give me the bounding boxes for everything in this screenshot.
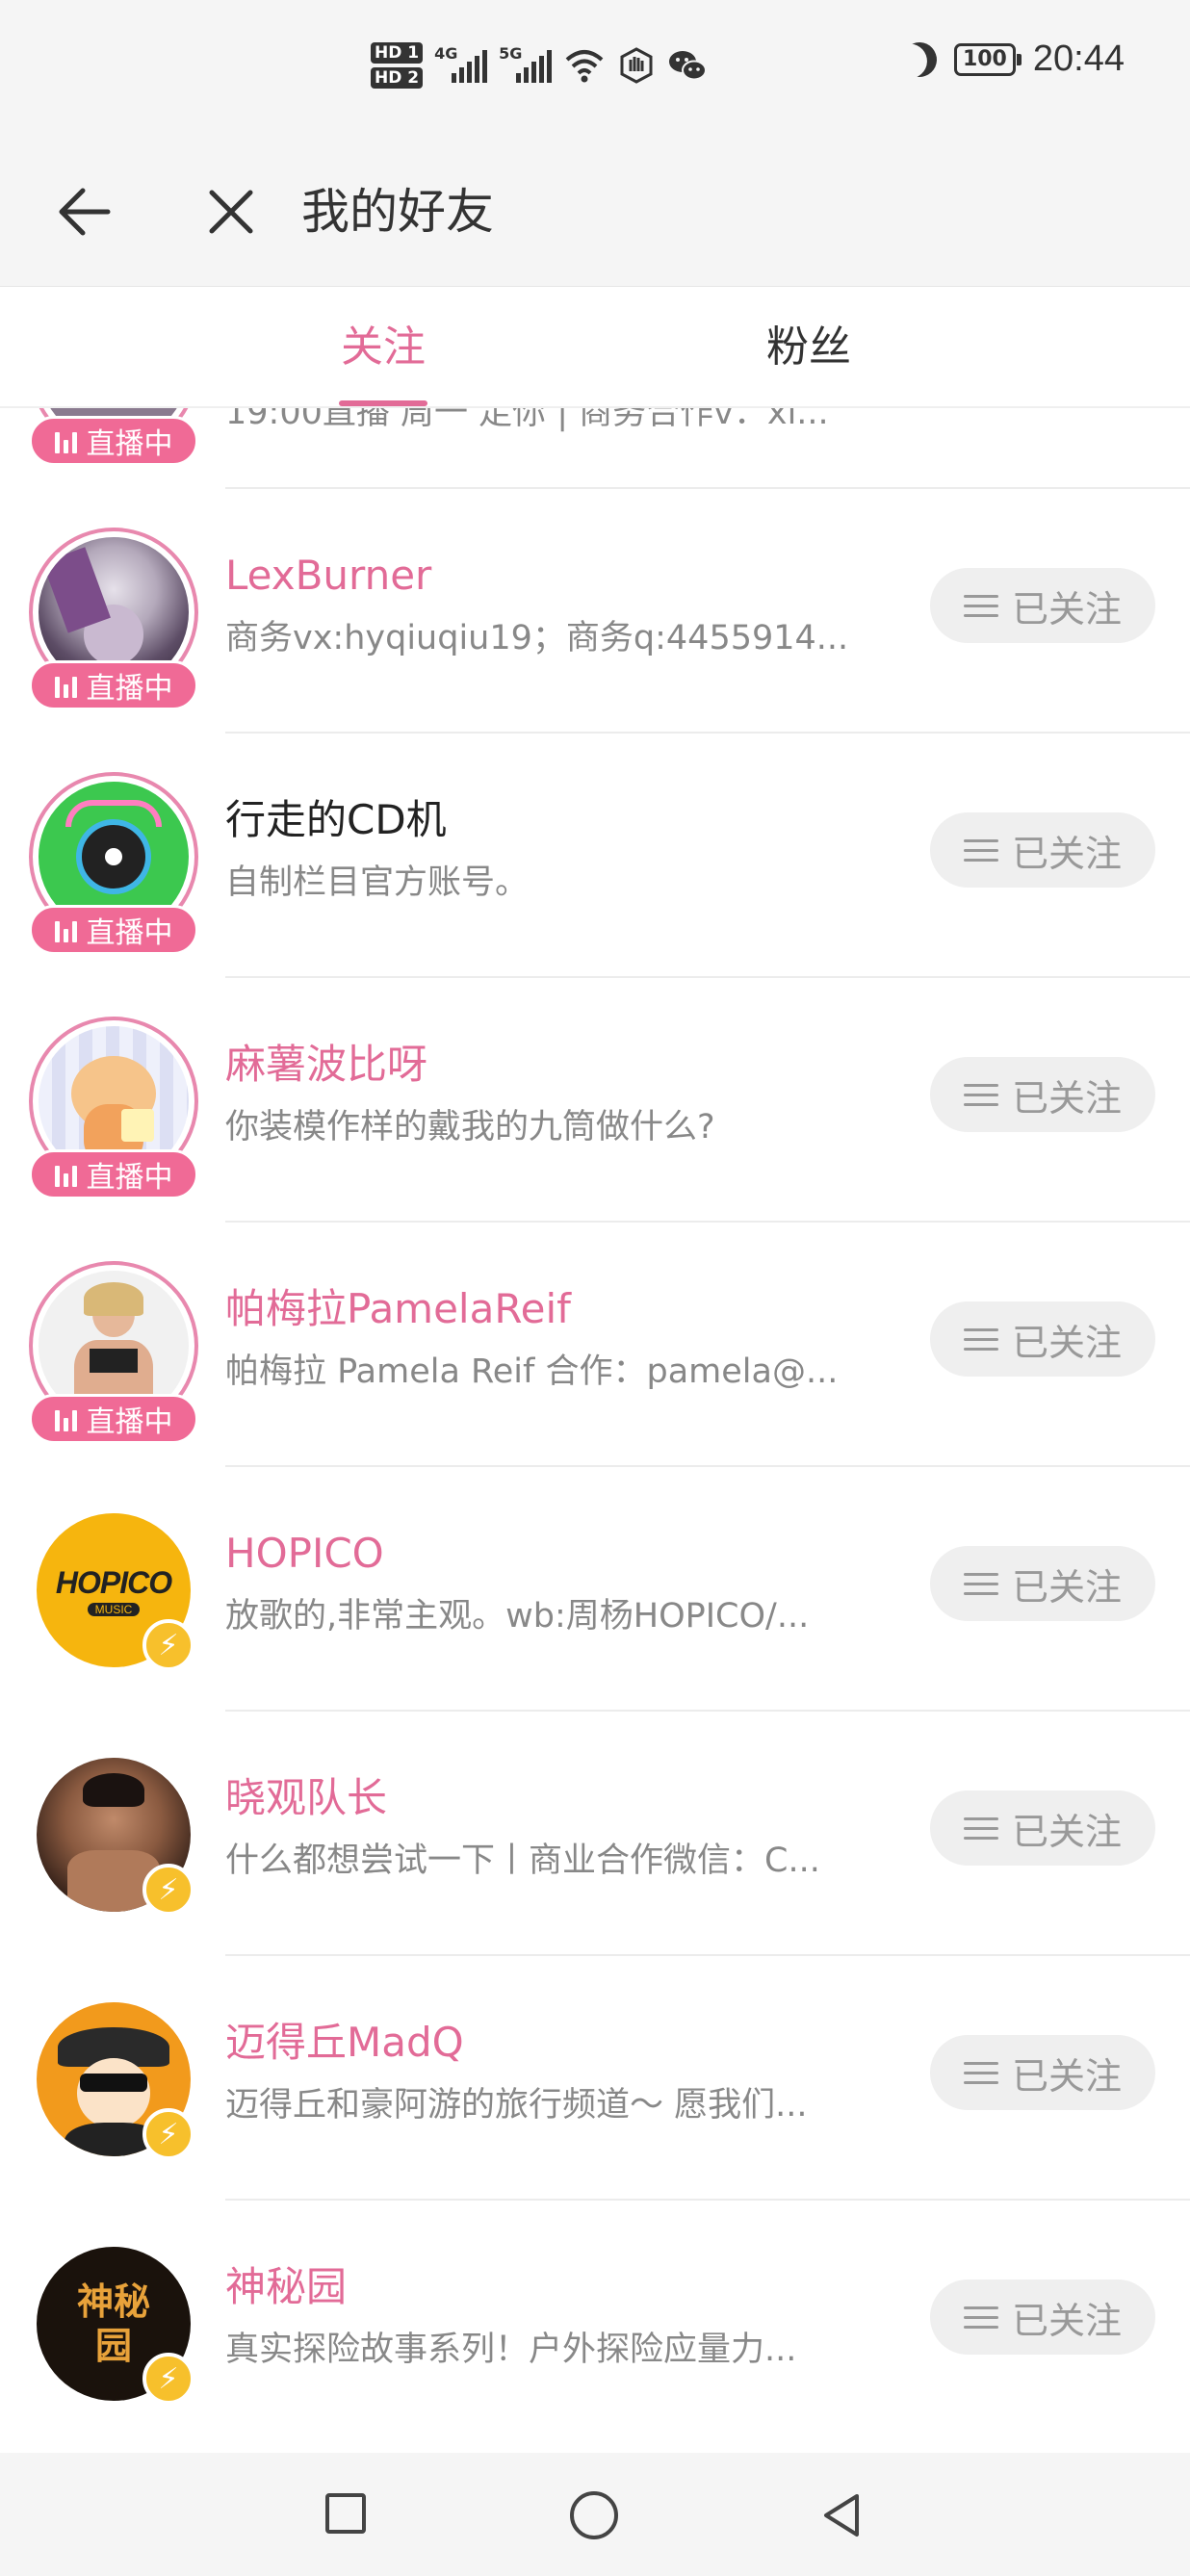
back-button[interactable]	[48, 173, 125, 250]
avatar-text: 神秘园	[76, 2280, 150, 2367]
friend-desc: 商务vx:hyqiuqiu19；商务q:4455914...	[225, 619, 849, 657]
hd2-badge: HD 2	[371, 67, 424, 89]
live-badge: 直播中	[29, 1149, 198, 1199]
recents-button[interactable]	[325, 2493, 366, 2534]
followed-button[interactable]: 已关注	[930, 812, 1155, 888]
avatar[interactable]: HOPICO MUSIC ⚡	[29, 1506, 198, 1675]
avatar[interactable]: 直播中	[29, 1261, 198, 1444]
hd1-badge: HD 1	[371, 42, 424, 64]
avatar[interactable]: 直播中	[29, 772, 198, 955]
tab-bar: 关注 粉丝	[0, 287, 1190, 408]
friend-name[interactable]: 晓观队长	[225, 1771, 387, 1825]
followed-button[interactable]: 已关注	[930, 1301, 1155, 1377]
live-bars-icon	[54, 428, 77, 453]
list-item[interactable]: 神秘园 ⚡ 神秘园 真实探险故事系列！户外探险应量力... 已关注	[0, 2201, 1190, 2445]
friend-name[interactable]: 帕梅拉PamelaReif	[225, 1282, 571, 1336]
friend-name[interactable]: 麻薯波比呀	[225, 1038, 427, 1092]
live-bars-icon	[54, 1162, 77, 1187]
avatar[interactable]: 直播中	[29, 528, 198, 710]
friend-desc: 什么都想尝试一下丨商业合作微信：C...	[225, 1842, 820, 1880]
friend-desc: 自制栏目官方账号。	[225, 863, 530, 902]
list-item[interactable]: HOPICO MUSIC ⚡ HOPICO 放歌的,非常主观。wb:周杨HOPI…	[0, 1467, 1190, 1712]
avatar[interactable]: ⚡	[29, 1750, 198, 1919]
live-badge: 直播中	[29, 1394, 198, 1444]
active-tab-indicator	[339, 400, 427, 406]
menu-icon	[963, 838, 998, 862]
signal-5g-icon: 5G	[499, 44, 553, 83]
followed-button[interactable]: 已关注	[930, 2035, 1155, 2110]
back-triangle-button[interactable]	[818, 2491, 867, 2539]
friend-desc: 帕梅拉 Pamela Reif 合作：pamela@...	[225, 1352, 839, 1391]
friend-desc: 放歌的,非常主观。wb:周杨HOPICO/...	[225, 1597, 810, 1636]
lightning-icon: ⚡	[142, 2108, 194, 2160]
close-button[interactable]	[193, 173, 270, 250]
friend-desc: 19:00直播 周一 走你 | 商务合作v：xi...	[225, 408, 829, 432]
followed-button[interactable]: 已关注	[930, 1546, 1155, 1621]
friend-desc: 迈得丘和豪阿游的旅行频道～ 愿我们...	[225, 2086, 808, 2125]
hd-indicator: HD 1 HD 2	[371, 42, 424, 89]
friend-list[interactable]: 直播中 19:00直播 周一 走你 | 商务合作v：xi... 直播中 LexB…	[0, 408, 1190, 2453]
friend-name[interactable]: 神秘园	[225, 2260, 347, 2314]
friend-name[interactable]: HOPICO	[225, 1527, 384, 1581]
followed-button[interactable]: 已关注	[930, 568, 1155, 643]
moon-icon	[897, 37, 942, 81]
list-item[interactable]: ⚡ 迈得丘MadQ 迈得丘和豪阿游的旅行频道～ 愿我们... 已关注	[0, 1956, 1190, 2201]
avatar[interactable]: 神秘园 ⚡	[29, 2239, 198, 2409]
menu-icon	[963, 2061, 998, 2084]
friend-name[interactable]: 行走的CD机	[225, 793, 447, 847]
menu-icon	[963, 1572, 998, 1595]
clock: 20:44	[1032, 39, 1125, 79]
battery-icon: 100	[953, 42, 1022, 76]
menu-icon	[963, 1816, 998, 1840]
list-item-partial[interactable]: 直播中 19:00直播 周一 走你 | 商务合作v：xi...	[0, 408, 1190, 489]
lightning-icon: ⚡	[142, 2353, 194, 2405]
list-item[interactable]: 直播中 LexBurner 商务vx:hyqiuqiu19；商务q:445591…	[0, 489, 1190, 734]
status-right: 100 20:44	[902, 39, 1125, 80]
avatar: 直播中	[29, 408, 198, 466]
triangle-back-icon	[824, 2494, 859, 2537]
followed-button[interactable]: 已关注	[930, 1790, 1155, 1866]
followed-button[interactable]: 已关注	[930, 1057, 1155, 1132]
page-title: 我的好友	[301, 184, 494, 240]
system-nav-bar	[0, 2453, 1190, 2576]
followed-button[interactable]: 已关注	[930, 2280, 1155, 2355]
tab-fans[interactable]: 粉丝	[734, 287, 884, 408]
menu-icon	[963, 594, 998, 617]
menu-icon	[963, 2306, 998, 2329]
avatar[interactable]: 直播中	[29, 1017, 198, 1199]
live-bars-icon	[54, 917, 77, 942]
live-badge: 直播中	[29, 660, 198, 710]
status-icons: HD 1 HD 2 4G 5G	[371, 35, 708, 96]
header: 我的好友	[0, 135, 1190, 287]
friend-desc: 你装模作样的戴我的九筒做什么?	[225, 1108, 715, 1146]
live-bars-icon	[54, 673, 77, 698]
battery-level: 100	[962, 47, 1007, 71]
friend-desc: 真实探险故事系列！户外探险应量力...	[225, 2331, 797, 2369]
arrow-left-icon	[59, 188, 111, 236]
wifi-icon	[565, 50, 604, 83]
hand-icon	[620, 47, 653, 84]
friend-name[interactable]: 迈得丘MadQ	[225, 2016, 464, 2070]
status-bar: HD 1 HD 2 4G 5G 100 20:44	[0, 0, 1190, 135]
live-bars-icon	[54, 1406, 77, 1431]
friend-name[interactable]: LexBurner	[225, 549, 431, 603]
wechat-icon	[669, 51, 708, 81]
close-icon	[209, 190, 253, 234]
menu-icon	[963, 1327, 998, 1351]
signal-4g-icon: 4G	[434, 44, 488, 83]
live-badge: 直播中	[29, 416, 198, 466]
lightning-icon: ⚡	[142, 1619, 194, 1671]
menu-icon	[963, 1083, 998, 1106]
home-button[interactable]	[570, 2491, 618, 2539]
list-item[interactable]: 直播中 行走的CD机 自制栏目官方账号。 已关注	[0, 734, 1190, 978]
live-badge: 直播中	[29, 905, 198, 955]
lightning-icon: ⚡	[142, 1864, 194, 1916]
hopico-logo: HOPICO	[55, 1564, 172, 1600]
list-item[interactable]: 直播中 帕梅拉PamelaReif 帕梅拉 Pamela Reif 合作：pam…	[0, 1223, 1190, 1467]
tab-following[interactable]: 关注	[308, 287, 458, 408]
avatar[interactable]: ⚡	[29, 1995, 198, 2164]
list-item[interactable]: ⚡ 晓观队长 什么都想尝试一下丨商业合作微信：C... 已关注	[0, 1712, 1190, 1956]
list-item[interactable]: 直播中 麻薯波比呀 你装模作样的戴我的九筒做什么? 已关注	[0, 978, 1190, 1223]
